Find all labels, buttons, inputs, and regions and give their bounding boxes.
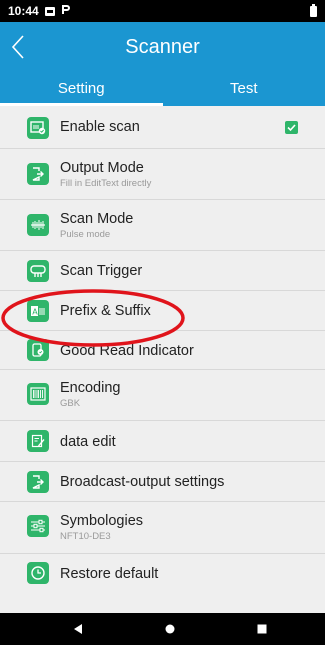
setting-value: Fill in EditText directly <box>60 178 152 189</box>
setting-label: Broadcast-output settings <box>60 474 225 490</box>
sliders-icon <box>27 515 49 537</box>
setting-output-mode[interactable]: Output Mode Fill in EditText directly <box>0 149 325 200</box>
pulse-mode-icon <box>27 214 49 236</box>
triangle-back-icon <box>74 624 82 634</box>
barcode-check-icon <box>27 117 49 139</box>
setting-prefix-suffix[interactable]: A Prefix & Suffix <box>0 291 325 331</box>
setting-label: Enable scan <box>60 119 140 135</box>
setting-broadcast-output[interactable]: Broadcast-output settings <box>0 462 325 502</box>
nav-home-button[interactable] <box>164 622 176 640</box>
nav-recents-button[interactable] <box>256 622 268 640</box>
status-bar: 10:44 <box>0 0 325 22</box>
svg-text:A: A <box>32 308 38 317</box>
broadcast-arrow-icon <box>27 471 49 493</box>
setting-enable-scan[interactable]: Enable scan <box>0 106 325 149</box>
gallery-notification-icon <box>44 6 55 16</box>
setting-value: Pulse mode <box>60 229 111 240</box>
setting-scan-mode[interactable]: Scan Mode Pulse mode <box>0 200 325 251</box>
setting-good-read-indicator[interactable]: Good Read Indicator <box>0 331 325 370</box>
setting-label: Symbologies <box>60 513 144 529</box>
square-recents-icon <box>257 624 267 634</box>
setting-data-edit[interactable]: data edit <box>0 421 325 462</box>
settings-list: Enable scan Output Mode Fill in EditText… <box>0 106 325 613</box>
enable-scan-checkbox[interactable] <box>285 121 298 134</box>
setting-value: GBK <box>60 398 81 409</box>
page-title: Scanner <box>125 36 200 58</box>
setting-value: NFT10-DE3 <box>60 531 111 542</box>
setting-label: data edit <box>60 434 116 450</box>
circle-home-icon <box>165 624 175 634</box>
setting-label: Encoding <box>60 380 121 396</box>
tab-setting[interactable]: Setting <box>0 72 163 106</box>
app-bar: Scanner <box>0 22 325 72</box>
tab-test[interactable]: Test <box>163 72 325 106</box>
tab-bar: Setting Test <box>0 72 325 106</box>
p-notification-icon <box>61 4 70 18</box>
indicator-icon <box>27 339 49 361</box>
prefix-suffix-icon: A <box>27 300 49 322</box>
edit-icon <box>27 430 49 452</box>
battery-icon <box>310 3 317 17</box>
trigger-icon <box>27 260 49 282</box>
setting-scan-trigger[interactable]: Scan Trigger <box>0 251 325 291</box>
setting-restore-default[interactable]: Restore default <box>0 554 325 593</box>
restore-clock-icon <box>27 562 49 584</box>
setting-label: Scan Mode <box>60 211 134 227</box>
nav-back-button[interactable] <box>72 622 84 640</box>
encoding-barcode-icon <box>27 383 49 405</box>
output-arrow-icon <box>27 163 49 185</box>
setting-label: Restore default <box>60 566 159 582</box>
setting-label: Output Mode <box>60 160 144 176</box>
setting-label: Scan Trigger <box>60 263 143 279</box>
setting-label: Good Read Indicator <box>60 343 194 359</box>
setting-symbologies[interactable]: Symbologies NFT10-DE3 <box>0 502 325 554</box>
status-time: 10:44 <box>8 4 39 18</box>
system-nav-bar <box>0 613 325 645</box>
setting-label: Prefix & Suffix <box>60 303 151 319</box>
setting-encoding[interactable]: Encoding GBK <box>0 370 325 421</box>
